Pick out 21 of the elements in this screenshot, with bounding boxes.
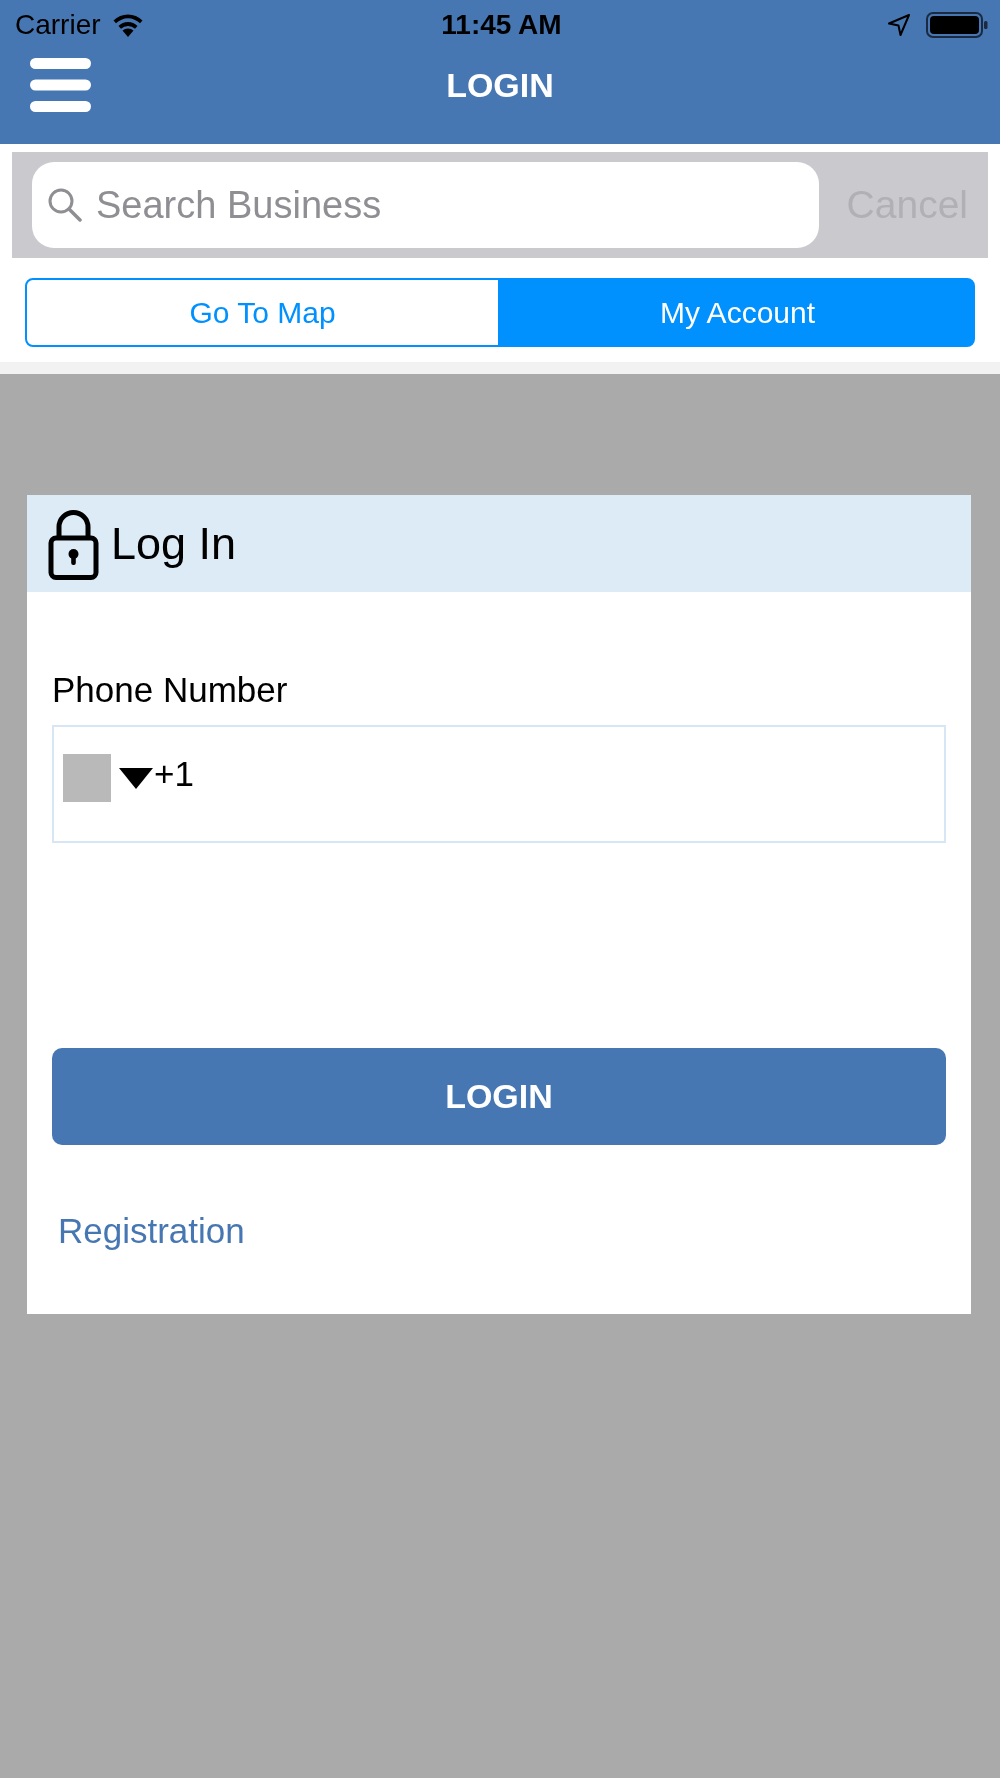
caret-icon <box>119 767 153 789</box>
padlock-icon <box>48 507 99 580</box>
country-code-text: +1 <box>154 754 194 794</box>
login-button[interactable]: LOGIN <box>52 1048 946 1145</box>
menu-icon <box>30 58 91 112</box>
segment-tab[interactable]: Go To Map <box>25 278 500 347</box>
search-field[interactable]: Search Business <box>32 162 819 248</box>
carrier-text: Carrier <box>15 9 101 41</box>
phone-number-field[interactable]: +1 <box>52 725 946 843</box>
segment-tab[interactable]: My Account <box>500 278 975 347</box>
card-title: Log In <box>111 517 237 570</box>
battery-icon <box>926 12 988 38</box>
field-label: Phone Number <box>52 670 288 710</box>
page-title: LOGIN <box>446 65 554 105</box>
search-icon <box>48 188 82 222</box>
location-arrow-icon <box>888 14 910 36</box>
status-time: 11:45 AM <box>441 9 562 41</box>
wifi-icon <box>110 13 145 37</box>
menu-button[interactable] <box>30 58 91 112</box>
flag-placeholder-icon <box>63 754 111 802</box>
registration-link[interactable]: Registration <box>58 1211 245 1251</box>
